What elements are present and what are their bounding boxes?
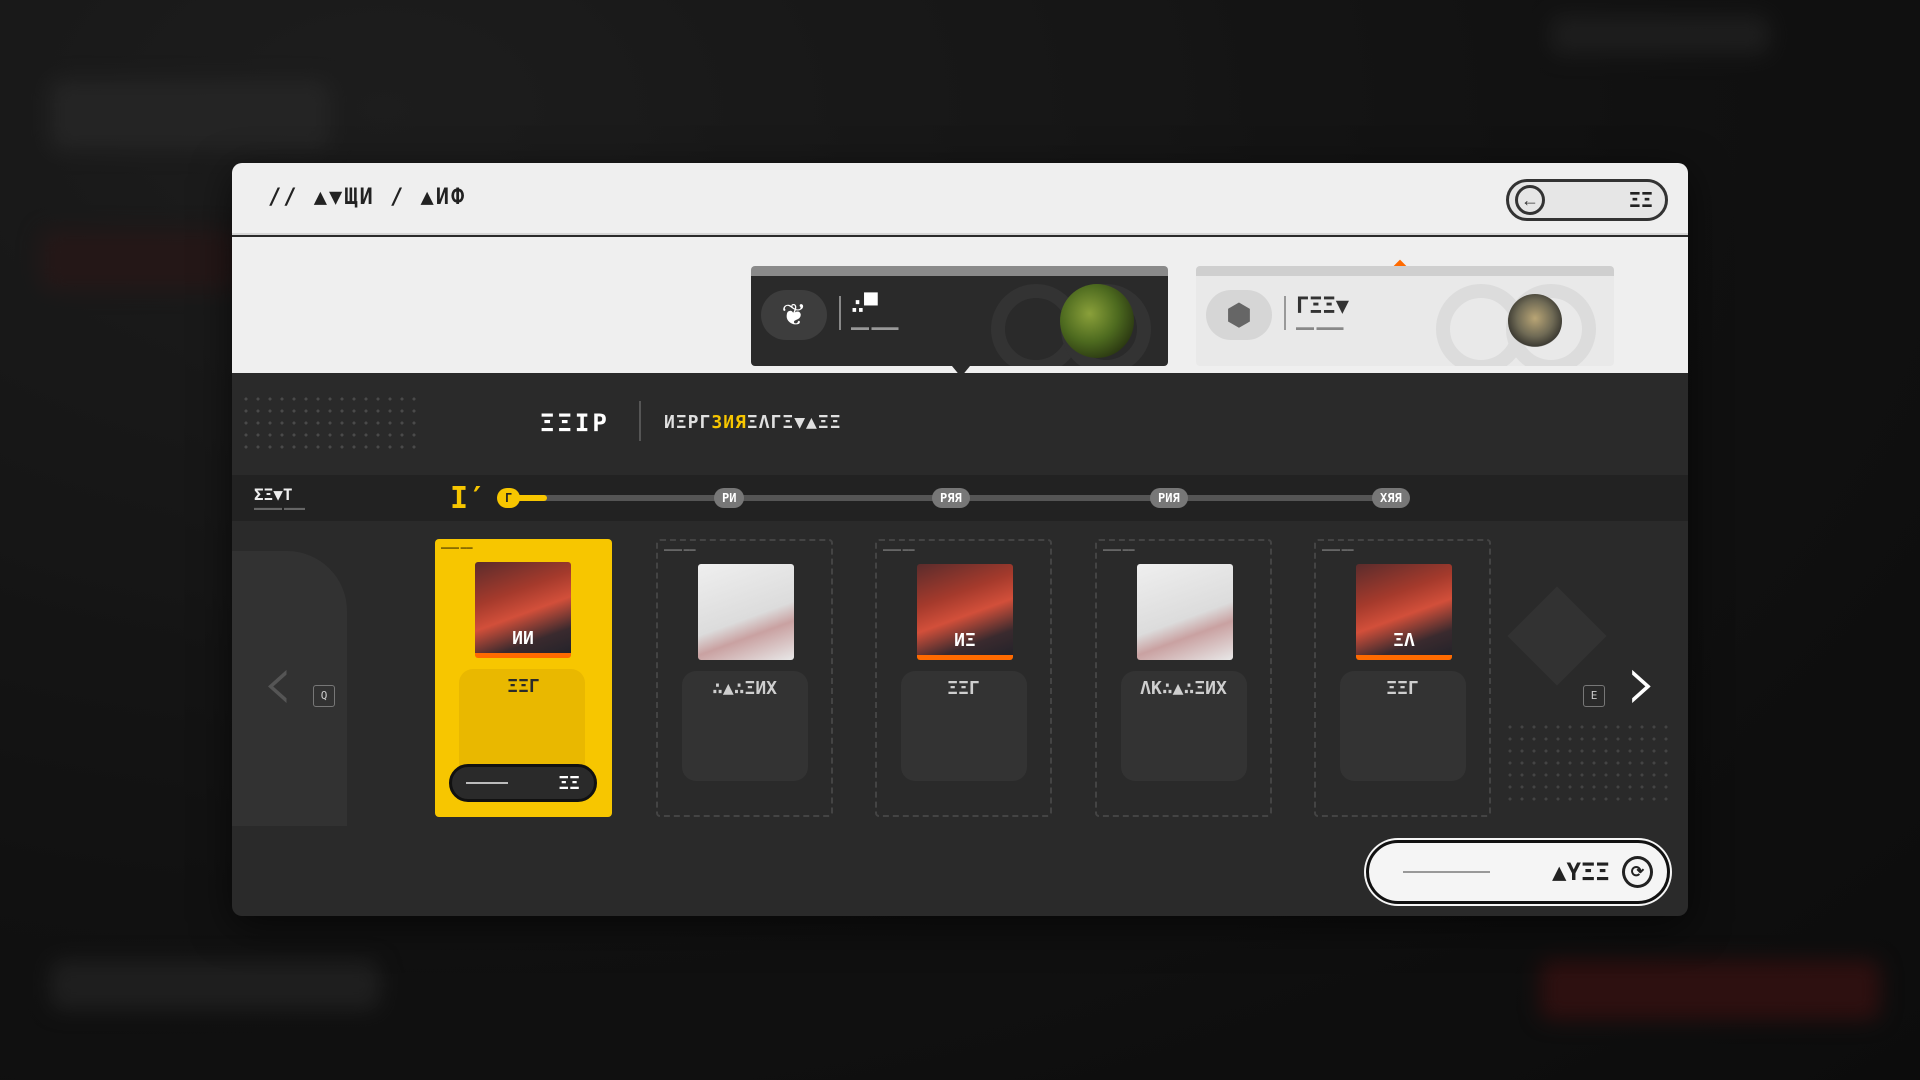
- breadcrumb: // ▲▼ЩИ / ▲ИФ: [268, 185, 467, 210]
- modal-header: // ▲▼ЩИ / ▲ИФ ← ΞΞ: [232, 163, 1688, 235]
- reward-count: ИИ: [512, 628, 534, 649]
- crystal-thumbnail: ИΞ: [917, 564, 1013, 660]
- card-name: ΓΞΞ▼: [1296, 294, 1349, 319]
- bush-thumbnail: [1060, 284, 1134, 358]
- progress-flag-icon: Ӏ′: [450, 481, 487, 516]
- next-key-hint: E: [1583, 685, 1605, 707]
- card-subtitle: ▬▬ ▬▬▬: [851, 322, 899, 332]
- card-divider: [1284, 296, 1286, 330]
- dot-pattern: [240, 393, 420, 453]
- hexagon-icon: ⬢: [1206, 290, 1272, 340]
- desc-text: ИΞΡΓ: [664, 412, 712, 433]
- next-arrow-icon[interactable]: ›: [1626, 643, 1658, 723]
- event-title-row: ΞΞΙΡ ИΞΡΓЗИЯΞΛΓΞ▼▲ΞΞ: [232, 375, 1688, 466]
- track-node: ΧЯЯ: [1372, 488, 1410, 508]
- arrow-left-icon: ←: [1515, 185, 1545, 215]
- dot-pattern: [1504, 721, 1674, 801]
- bg-decoration: [1507, 586, 1607, 686]
- reward-count: ΞΛ: [1393, 630, 1415, 651]
- reward-tag: ▬▬▬ ▬▬: [883, 547, 915, 553]
- crystal-thumbnail: ΞΛ: [1356, 564, 1452, 660]
- select-card-material[interactable]: ⬢ ΓΞΞ▼ ▬▬ ▬▬▬: [1196, 266, 1614, 366]
- track-node: ΡИЯ: [1150, 488, 1188, 508]
- leaf-icon: ❦: [761, 290, 827, 340]
- claim-button[interactable]: ΞΞ: [449, 764, 597, 802]
- prev-key-hint: Q: [313, 685, 335, 707]
- crystal-thumbnail: ИИ: [475, 562, 571, 658]
- select-card-plant[interactable]: ❦ ∴▀ ▬▬ ▬▬▬: [751, 266, 1168, 366]
- reward-name: ΞΞΓ: [507, 676, 540, 697]
- card-subtitle: ▬▬ ▬▬▬: [1296, 322, 1344, 332]
- claim-label: ΞΞ: [558, 772, 580, 794]
- reward-count: ИΞ: [954, 630, 976, 651]
- reward-name: ΞΞΓ: [947, 678, 980, 699]
- title-separator: [639, 401, 641, 441]
- progress-track: ΣΞ▼Τ ▬▬▬▬ ▬▬▬ Ӏ′ Γ ΡИ ΡЯЯ ΡИЯ ΧЯЯ: [232, 475, 1688, 521]
- reward-card[interactable]: ▬▬▬ ▬▬ ΞΛ ΞΞΓ: [1314, 539, 1491, 817]
- track-node: ΡЯЯ: [932, 488, 970, 508]
- document-thumbnail: [1137, 564, 1233, 660]
- claim-line: [466, 782, 508, 784]
- claim-all-line: [1403, 871, 1491, 873]
- rewards-modal: // ▲▼ЩИ / ▲ИФ ← ΞΞ ❦ ∴▀ ▬▬ ▬▬▬ ⬢ ΓΞΞ▼ ▬▬…: [232, 163, 1688, 916]
- track-node: ΡИ: [714, 488, 745, 508]
- reward-card[interactable]: ▬▬▬ ▬▬ ИИ ΞΞΓ ΞΞ: [435, 539, 612, 817]
- refresh-icon: ⟳: [1621, 856, 1653, 888]
- claim-all-label: ▲ΥΞΞ: [1552, 858, 1610, 886]
- card-name: ∴▀: [851, 294, 878, 319]
- track-node: Γ: [497, 488, 521, 508]
- prev-arrow-icon[interactable]: ‹: [262, 643, 294, 723]
- event-description: ИΞΡΓЗИЯΞΛΓΞ▼▲ΞΞ: [664, 412, 842, 433]
- desc-highlight: ЗИЯ: [711, 412, 747, 433]
- reward-tag: ▬▬▬ ▬▬: [1322, 547, 1354, 553]
- reward-card[interactable]: ▬▬▬ ▬▬ ∴▲∴ΞИΧ: [656, 539, 833, 817]
- reward-card[interactable]: ▬▬▬ ▬▬ ИΞ ΞΞΓ: [875, 539, 1052, 817]
- reward-name: ΛΚ∴▲∴ΞИΧ: [1140, 678, 1227, 699]
- rewards-row: ‹ Q ▬▬▬ ▬▬ ИИ ΞΞΓ ΞΞ ▬▬▬ ▬▬ ∴▲∴ΞИΧ ▬▬▬ ▬…: [232, 521, 1688, 826]
- back-label: ΞΞ: [1628, 188, 1653, 212]
- reward-tag: ▬▬▬ ▬▬: [441, 545, 473, 551]
- reward-card[interactable]: ▬▬▬ ▬▬ ΛΚ∴▲∴ΞИΧ: [1095, 539, 1272, 817]
- claim-all-button[interactable]: ▲ΥΞΞ ⟳: [1366, 840, 1670, 904]
- card-divider: [839, 296, 841, 330]
- reward-tag: ▬▬▬ ▬▬: [664, 547, 696, 553]
- reward-name: ∴▲∴ΞИΧ: [711, 678, 778, 699]
- reward-tag: ▬▬▬ ▬▬: [1103, 547, 1135, 553]
- reward-name: ΞΞΓ: [1386, 678, 1419, 699]
- back-button[interactable]: ← ΞΞ: [1506, 179, 1668, 221]
- jar-thumbnail: [1508, 294, 1562, 348]
- track-label: ΣΞ▼Τ: [254, 485, 293, 504]
- track-label-sub: ▬▬▬▬ ▬▬▬: [254, 505, 305, 512]
- document-thumbnail: [698, 564, 794, 660]
- desc-text: ΞΛΓΞ▼▲ΞΞ: [746, 412, 842, 433]
- event-title: ΞΞΙΡ: [540, 409, 610, 437]
